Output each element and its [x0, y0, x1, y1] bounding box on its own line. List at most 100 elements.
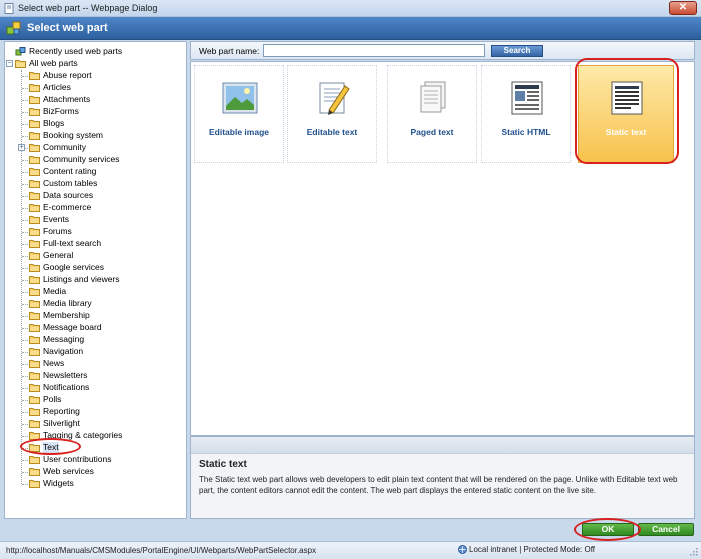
recent-web-parts-icon — [15, 47, 26, 56]
tree-item-label: Silverlight — [43, 418, 80, 428]
folder-icon — [29, 432, 40, 440]
folder-icon — [29, 468, 40, 476]
description-divider — [191, 437, 694, 454]
status-bar: http://localhost/Manuals/CMSModules/Port… — [0, 541, 701, 559]
tree-item-label: Attachments — [43, 94, 91, 104]
folder-icon — [29, 252, 40, 260]
tree-connector — [22, 160, 28, 161]
description-text: The Static text web part allows web deve… — [199, 475, 678, 495]
tree-item-label: Tagging & categories — [43, 430, 123, 440]
collapse-toggle[interactable]: − — [6, 60, 13, 67]
tree-connector — [22, 388, 28, 389]
folder-icon — [29, 204, 40, 212]
tree-connector — [22, 220, 28, 221]
resize-grip-icon[interactable] — [688, 546, 698, 556]
tree-item-label: News — [43, 358, 65, 368]
tree-connector — [22, 304, 28, 305]
tree-item-label: General — [43, 250, 74, 260]
tree-connector — [22, 328, 28, 329]
tree-item-label: Content rating — [43, 166, 97, 176]
tree-connector — [22, 400, 28, 401]
tree-item-label: Media — [43, 286, 67, 296]
folder-icon — [29, 228, 40, 236]
cancel-button[interactable]: Cancel — [638, 523, 694, 536]
tree-item-label: Blogs — [43, 118, 65, 128]
tile-label: Editable text — [306, 127, 358, 137]
expand-toggle[interactable]: + — [18, 144, 25, 151]
folder-icon — [29, 156, 40, 164]
tile-paged-text[interactable]: Paged text — [387, 65, 477, 163]
tile-editable-text[interactable]: Editable text — [287, 65, 377, 163]
folder-icon — [29, 240, 40, 248]
tree-connector — [22, 436, 28, 437]
tree-item-label: Media library — [43, 298, 92, 308]
web-part-category-tree: Recently used web parts All web parts − Abu… — [4, 41, 187, 519]
tree-connector — [22, 340, 28, 341]
title-bar: Select web part -- Webpage Dialog ✕ — [0, 0, 701, 17]
tree-item-label: All web parts — [29, 58, 78, 68]
tree-item-label: Membership — [43, 310, 90, 320]
folder-icon — [29, 264, 40, 272]
folder-icon — [29, 168, 40, 176]
tree-item-label: User contributions — [43, 454, 112, 464]
tree-item-label: Reporting — [43, 406, 80, 416]
tree-item-label: Community services — [43, 154, 120, 164]
tree-connector — [22, 316, 28, 317]
folder-icon — [29, 288, 40, 296]
intranet-icon — [458, 545, 467, 554]
tree-item-label: Community — [43, 142, 86, 152]
folder-icon — [29, 216, 40, 224]
search-label: Web part name: — [199, 46, 260, 56]
search-button[interactable]: Search — [491, 45, 543, 57]
tree-connector — [22, 232, 28, 233]
folder-icon — [29, 108, 40, 116]
description-panel: Static text The Static text web part all… — [190, 436, 695, 519]
folder-icon — [29, 120, 40, 128]
tree-connector — [22, 472, 28, 473]
status-url: http://localhost/Manuals/CMSModules/Port… — [6, 546, 317, 555]
folder-icon — [29, 408, 40, 416]
tree-item-label: Events — [43, 214, 69, 224]
static-html-icon — [511, 81, 543, 115]
folder-icon — [29, 444, 40, 452]
folder-icon — [29, 384, 40, 392]
tree-item-label: Message board — [43, 322, 102, 332]
tree-connector — [22, 244, 28, 245]
editable-text-icon — [319, 82, 350, 115]
tree-connector — [22, 208, 28, 209]
tree-item-label: Web services — [43, 466, 94, 476]
window-title: Select web part -- Webpage Dialog — [18, 3, 158, 13]
folder-icon — [29, 336, 40, 344]
web-part-name-input[interactable] — [263, 44, 485, 57]
tile-editable-image[interactable]: Editable image — [194, 65, 284, 163]
tree-connector — [21, 70, 22, 484]
tree-item-label: Widgets — [43, 478, 74, 488]
tile-label: Static HTML — [501, 127, 551, 137]
tree-item-label: Data sources — [43, 190, 94, 200]
web-part-icon — [6, 21, 21, 35]
tree-connector — [22, 172, 28, 173]
folder-icon — [29, 480, 40, 488]
folder-icon — [29, 192, 40, 200]
tree-connector — [22, 184, 28, 185]
tree-connector — [22, 460, 28, 461]
ok-button[interactable]: OK — [582, 523, 634, 536]
folder-icon — [29, 360, 40, 368]
tree-item-label: Newsletters — [43, 370, 88, 380]
folder-icon — [29, 420, 40, 428]
search-bar: Web part name: Search — [190, 41, 695, 60]
tree-connector — [22, 484, 28, 485]
tree-connector — [22, 412, 28, 413]
tree-connector — [22, 268, 28, 269]
tree-item-label: Listings and viewers — [43, 274, 120, 284]
paged-text-icon — [420, 81, 446, 113]
close-button[interactable]: ✕ — [669, 1, 697, 15]
tree-connector — [22, 76, 28, 77]
tile-static-html[interactable]: Static HTML — [481, 65, 571, 163]
tile-static-text[interactable]: Static text — [578, 65, 674, 163]
security-zone-text: Local intranet | Protected Mode: Off — [469, 545, 595, 554]
folder-icon — [29, 396, 40, 404]
page-title: Select web part — [27, 22, 108, 34]
tree-connector — [22, 112, 28, 113]
tree-item-label: Custom tables — [43, 178, 98, 188]
